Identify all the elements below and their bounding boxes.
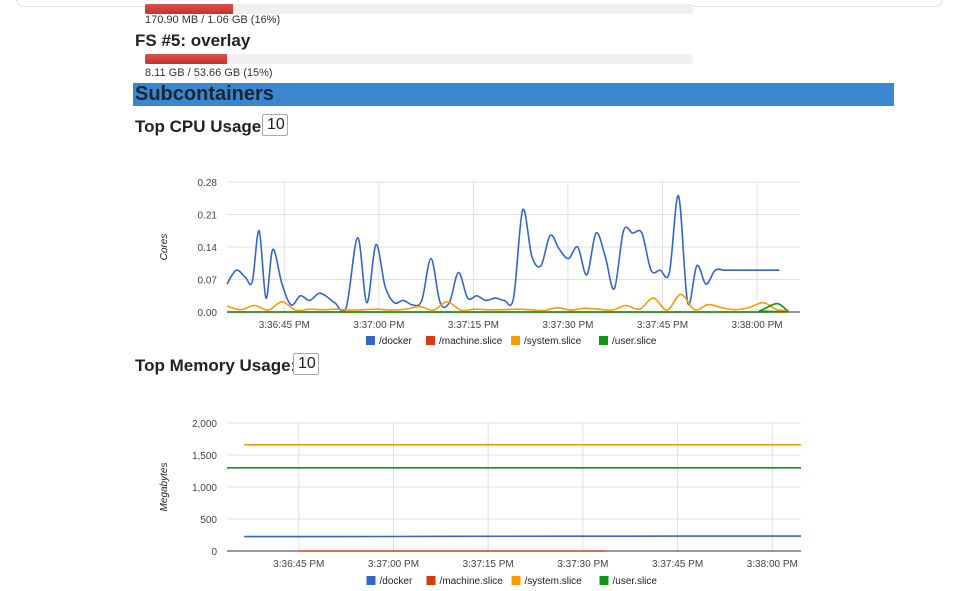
x-tick-label: 3:37:15 PM — [448, 320, 499, 331]
x-tick-label: 3:36:45 PM — [273, 559, 324, 570]
cpu-usage-chart: 0.28 0.21 0.14 0.07 0.00 3:36:45 PM 3:37:00 PM… — [159, 178, 800, 347]
legend-swatch — [426, 336, 435, 345]
legend-label: /system.slice — [525, 576, 583, 587]
legend-label: /machine.slice — [439, 336, 503, 347]
x-tick-label: 3:37:15 PM — [463, 559, 514, 570]
series-line-user-slice — [226, 302, 790, 313]
x-tick-label: 3:37:00 PM — [353, 320, 404, 331]
fs-usage-bar — [145, 54, 693, 64]
legend-label: /system.slice — [524, 336, 582, 347]
top-cpu-input[interactable] — [262, 114, 288, 136]
legend-label: /docker — [379, 336, 412, 347]
y-tick-label: 500 — [200, 515, 217, 526]
y-tick-label: 0.00 — [198, 308, 218, 319]
x-tick-label: 3:37:00 PM — [368, 559, 419, 570]
top-memory-label: Top Memory Usage: — [135, 356, 297, 375]
y-tick-label: 1,000 — [192, 483, 217, 494]
series-line-docker — [226, 195, 780, 313]
legend-swatch — [599, 576, 609, 585]
y-axis-label: Megabytes — [159, 463, 170, 512]
x-tick-label: 3:37:45 PM — [637, 320, 688, 331]
y-tick-label: 2,000 — [192, 419, 217, 430]
top-cpu-label: Top CPU Usage: — [135, 117, 267, 136]
y-tick-label: 0 — [211, 547, 217, 558]
legend-swatch — [426, 576, 436, 585]
x-tick-label: 3:37:30 PM — [557, 559, 608, 570]
legend-swatch — [599, 336, 608, 345]
y-tick-label: 0.28 — [198, 178, 218, 189]
fs-usage-caption: 170.90 MB / 1.06 GB (16%) — [145, 14, 281, 26]
y-tick-label: 0.07 — [198, 276, 218, 287]
y-tick-label: 0.14 — [198, 243, 218, 254]
legend-swatch — [366, 576, 376, 585]
fs-title: FS #5: overlay — [135, 31, 251, 50]
fs-usage-fill — [145, 4, 233, 14]
fs-usage-fill — [145, 54, 228, 64]
subcontainers-header: Subcontainers — [133, 83, 894, 106]
legend-label: /machine.slice — [440, 576, 504, 587]
y-tick-label: 1,500 — [192, 451, 217, 462]
x-tick-label: 3:38:00 PM — [731, 320, 782, 331]
series-line-docker — [244, 535, 801, 538]
x-tick-label: 3:37:45 PM — [652, 559, 703, 570]
top-memory-input[interactable] — [293, 353, 319, 375]
legend-swatch — [511, 336, 520, 345]
y-tick-label: 0.21 — [198, 211, 218, 222]
fs-usage-caption: 8.11 GB / 53.66 GB (15%) — [145, 67, 273, 79]
legend-swatch — [511, 576, 521, 585]
y-axis-label: Cores — [159, 234, 170, 261]
legend-label: /user.slice — [613, 576, 658, 587]
x-tick-label: 3:36:45 PM — [259, 320, 310, 331]
legend-label: /docker — [380, 576, 413, 587]
fs-usage-bar — [145, 4, 693, 14]
legend-label: /user.slice — [612, 336, 657, 347]
x-tick-label: 3:38:00 PM — [747, 559, 798, 570]
memory-usage-chart: 2,000 1,500 1,000 500 0 3:36:45 PM 3:37:00 PM 3… — [159, 419, 801, 587]
x-tick-label: 3:37:30 PM — [542, 320, 593, 331]
legend-swatch — [366, 336, 375, 345]
